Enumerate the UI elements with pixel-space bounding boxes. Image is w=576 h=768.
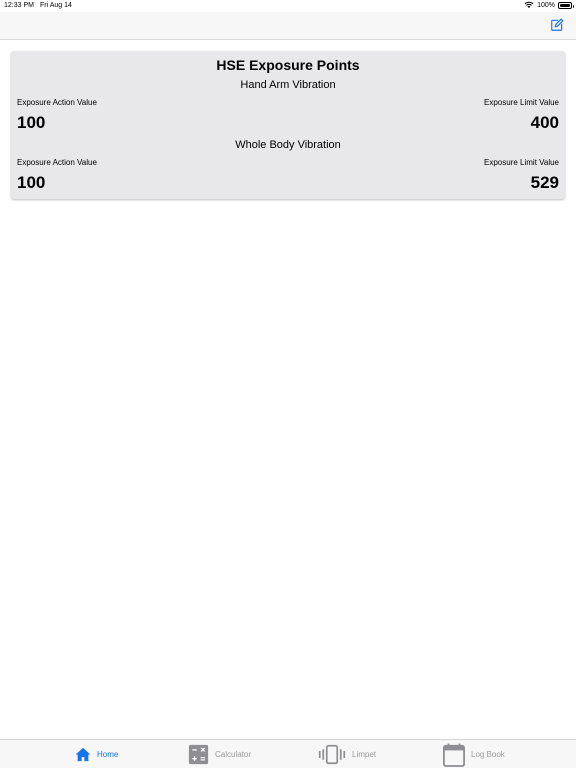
- vibration-icon: [318, 744, 346, 765]
- tab-log-book[interactable]: Log Book: [443, 740, 505, 768]
- hav-action-value: 100: [17, 113, 46, 132]
- calculator-icon: [188, 744, 209, 765]
- card-title: HSE Exposure Points: [216, 57, 360, 73]
- tab-log-book-label: Log Book: [471, 750, 505, 759]
- status-time: 12:33 PM: [4, 2, 34, 9]
- hav-limit-value: 400: [530, 113, 559, 132]
- status-date: Fri Aug 14: [40, 2, 72, 9]
- compose-icon[interactable]: [550, 18, 564, 32]
- wbv-limit-value: 529: [530, 173, 559, 192]
- status-right: 100%: [524, 1, 574, 9]
- tab-home[interactable]: Home: [75, 740, 118, 768]
- battery-icon: [558, 1, 574, 9]
- tab-limpet[interactable]: Limpet: [318, 740, 376, 768]
- home-icon: [75, 747, 91, 762]
- navigation-bar: [0, 12, 576, 40]
- tab-calculator[interactable]: Calculator: [188, 740, 251, 768]
- exposure-points-card: HSE Exposure Points Hand Arm Vibration E…: [11, 51, 565, 199]
- tab-bar: Home Calculator Limpet Log Book: [0, 739, 576, 768]
- calendar-icon: [443, 743, 465, 767]
- hand-arm-vibration-title: Hand Arm Vibration: [240, 79, 336, 91]
- hav-action-label: Exposure Action Value: [17, 98, 97, 107]
- wbv-action-value: 100: [17, 173, 46, 192]
- wbv-limit-label: Exposure Limit Value: [484, 158, 559, 167]
- tab-calculator-label: Calculator: [215, 750, 252, 759]
- wifi-icon: [524, 1, 534, 8]
- wbv-action-label: Exposure Action Value: [17, 158, 97, 167]
- status-bar: 12:33 PM Fri Aug 14 100%: [0, 0, 576, 12]
- tab-home-label: Home: [97, 750, 119, 759]
- tab-limpet-label: Limpet: [352, 750, 377, 759]
- whole-body-vibration-title: Whole Body Vibration: [235, 139, 341, 151]
- battery-percent: 100%: [537, 1, 555, 9]
- hav-limit-label: Exposure Limit Value: [484, 98, 559, 107]
